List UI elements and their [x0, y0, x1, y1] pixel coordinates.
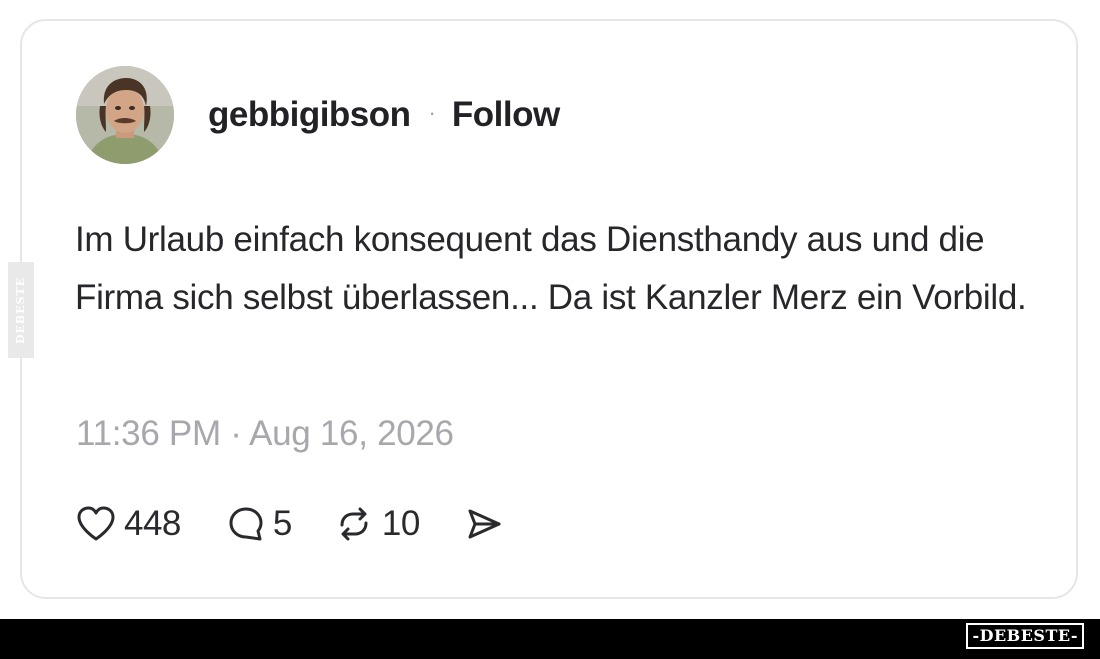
like-button[interactable]: 448	[76, 504, 181, 544]
send-arrow-icon	[464, 505, 504, 543]
post-header: gebbigibson · Follow	[76, 65, 560, 165]
side-watermark: DEBESTE	[8, 262, 34, 358]
username[interactable]: gebbigibson	[208, 95, 411, 135]
post-text: Im Urlaub einfach konsequent das Diensth…	[75, 220, 1027, 317]
footer-watermark-logo: -DEBESTE-	[966, 623, 1084, 649]
heart-icon	[76, 505, 116, 543]
post-timestamp[interactable]: 11:36 PM · Aug 16, 2026	[76, 414, 454, 454]
post-card: gebbigibson · Follow Im Urlaub einfach k…	[20, 19, 1078, 599]
follow-button[interactable]: Follow	[452, 95, 560, 135]
avatar-portrait-icon	[76, 66, 174, 164]
footer-bar: -DEBESTE-	[0, 619, 1100, 659]
comment-bubble-icon	[227, 505, 265, 543]
separator-dot: ·	[428, 100, 436, 125]
avatar[interactable]	[76, 66, 174, 164]
share-button[interactable]	[464, 505, 504, 543]
reply-count: 5	[272, 504, 292, 543]
reply-button[interactable]: 5	[227, 504, 292, 544]
repost-arrows-icon	[334, 505, 374, 543]
repost-button[interactable]: 10	[334, 504, 420, 544]
action-bar: 448 5 10	[76, 501, 504, 547]
like-count: 448	[124, 504, 181, 543]
repost-count: 10	[381, 504, 420, 543]
